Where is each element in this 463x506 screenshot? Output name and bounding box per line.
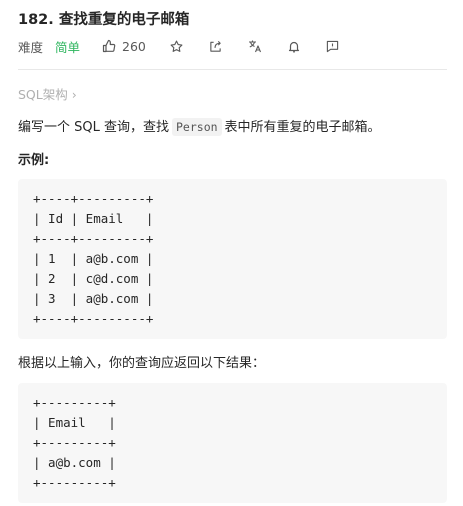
- header-divider: [18, 69, 447, 70]
- like-button[interactable]: 260: [102, 39, 146, 54]
- code-line: | 3 | a@b.com |: [33, 291, 154, 306]
- translate-button[interactable]: [248, 39, 262, 53]
- problem-description: 编写一个 SQL 查询，查找 Person 表中所有重复的电子邮箱。: [18, 116, 381, 136]
- code-line: | 2 | c@d.com |: [33, 271, 154, 286]
- favorite-button[interactable]: [170, 40, 183, 53]
- subscribe-button[interactable]: [288, 40, 300, 53]
- code-line: +----+---------+: [33, 311, 154, 326]
- share-button[interactable]: [209, 40, 222, 53]
- code-line: +---------+: [33, 475, 116, 490]
- share-icon: [210, 40, 221, 52]
- output-table-codeblock: +---------+ | Email | +---------+ | a@b.…: [18, 383, 447, 503]
- star-icon: [170, 40, 183, 52]
- thumbs-up-icon: [102, 39, 116, 53]
- problem-page: 182. 查找重复的电子邮箱 难度 简单 260 SQL架构 › 编写一个 SQ…: [0, 0, 463, 506]
- code-line: | 1 | a@b.com |: [33, 251, 154, 266]
- bell-icon: [288, 41, 299, 52]
- feedback-button[interactable]: [326, 40, 339, 53]
- code-line: +---------+: [33, 435, 116, 450]
- code-line: | Email |: [33, 415, 116, 430]
- like-count: 260: [122, 38, 146, 54]
- problem-meta-bar: 难度 简单 260: [18, 36, 339, 56]
- code-line: +---------+: [33, 395, 116, 410]
- example-heading: 示例:: [18, 153, 50, 168]
- difficulty-label: 难度: [18, 39, 44, 55]
- input-table-codeblock: +----+---------+ | Id | Email | +----+--…: [18, 179, 447, 339]
- code-line: +----+---------+: [33, 191, 154, 206]
- code-line: | Id | Email |: [33, 211, 154, 226]
- difficulty-value: 简单: [55, 39, 81, 55]
- problem-title: 182. 查找重复的电子邮箱: [18, 12, 190, 28]
- code-line: +----+---------+: [33, 231, 154, 246]
- feedback-icon: [326, 40, 339, 52]
- code-line: | a@b.com |: [33, 455, 116, 470]
- table-name-code: Person: [172, 118, 222, 136]
- breadcrumb[interactable]: SQL架构 ›: [18, 84, 77, 103]
- result-description: 根据以上输入，你的查询应返回以下结果：: [18, 356, 266, 371]
- translate-icon: [248, 40, 261, 53]
- description-text-after: 表中所有重复的电子邮箱。: [224, 120, 381, 135]
- description-text-before: 编写一个 SQL 查询，查找: [18, 120, 169, 135]
